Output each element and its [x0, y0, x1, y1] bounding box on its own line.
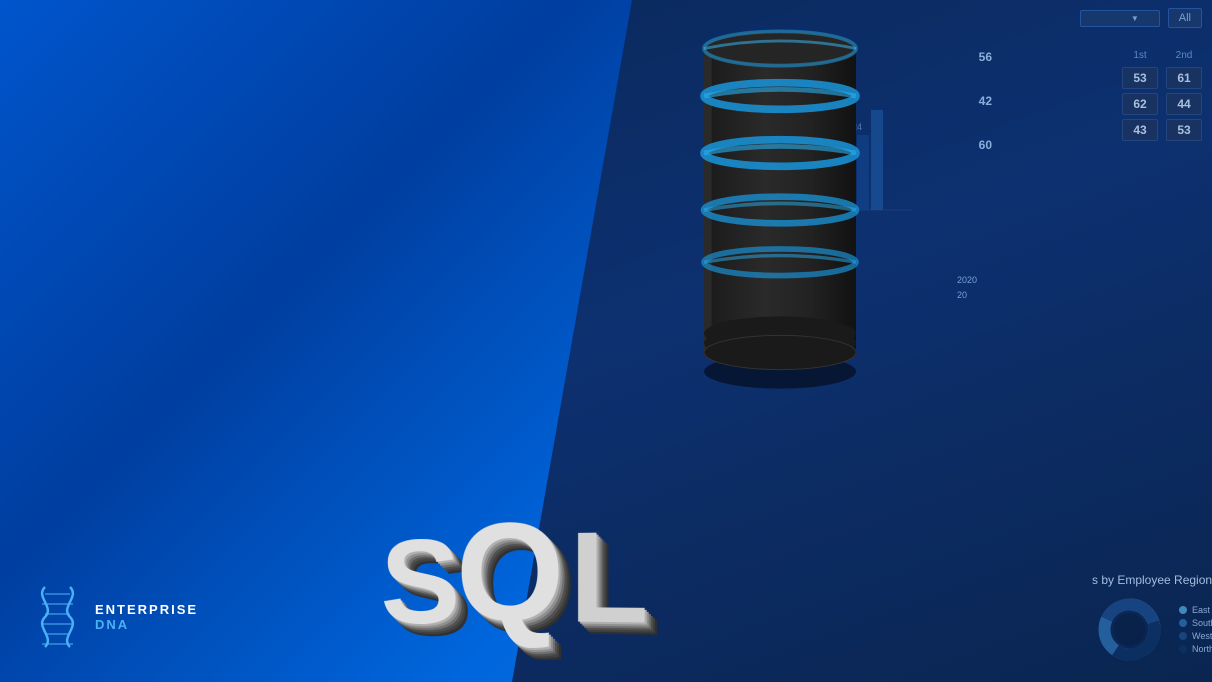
legend-north: North 39	[1179, 644, 1212, 654]
legend-dot-south	[1179, 619, 1187, 627]
score-cell-1-2: 61	[1166, 67, 1202, 89]
score-row-1: 53 61	[1122, 67, 1202, 89]
score-row-2: 62 44	[1122, 93, 1202, 115]
donut-container: East 35 South 46 West 38 North 39	[1092, 592, 1212, 667]
logo-dna-text: DNA	[95, 617, 198, 632]
logo-text: ENTERPRISE DNA	[95, 602, 198, 632]
dropdown-container[interactable]: ▼	[1080, 10, 1160, 27]
legend-dot-west	[1179, 632, 1187, 640]
sql-letter-s: S	[381, 521, 461, 642]
year-labels: 2020 20	[957, 275, 977, 300]
dropdown-arrow: ▼	[1131, 14, 1139, 23]
partial-numbers: 56 42 60	[979, 50, 992, 152]
score-row-3: 43 53	[1122, 119, 1202, 141]
score-cell-2-2: 44	[1166, 93, 1202, 115]
donut-svg	[1092, 592, 1167, 667]
legend-label-north: North 39	[1192, 644, 1212, 654]
legend-south: South 46	[1179, 618, 1212, 628]
logo-area: ENTERPRISE DNA	[30, 582, 198, 652]
all-label: All	[1168, 8, 1202, 28]
score-cards: 1st 2nd 53 61 62 44 43 53	[1122, 50, 1202, 141]
dna-helix-icon	[30, 582, 85, 652]
score-header-row: 1st 2nd	[1122, 50, 1202, 61]
legend-label-south: South 46	[1192, 618, 1212, 628]
sql-letter-q: Q	[456, 501, 565, 643]
legend-label-west: West 38	[1192, 631, 1212, 641]
donut-title: s by Employee Region	[1092, 573, 1212, 587]
score-cell-3-2: 53	[1166, 119, 1202, 141]
legend-dot-north	[1179, 645, 1187, 653]
legend-dot-east	[1179, 606, 1187, 614]
topbar: ▼ All	[1080, 8, 1202, 28]
database-cylinder	[680, 20, 880, 380]
sql-graphic: S Q L	[380, 502, 648, 642]
legend-west: West 38	[1179, 631, 1212, 641]
cylinder-svg	[680, 20, 880, 400]
logo-enterprise-text: ENTERPRISE	[95, 602, 198, 617]
year-20: 20	[957, 290, 977, 300]
score-header-1st: 1st	[1122, 50, 1158, 61]
score-cell-1-1: 53	[1122, 67, 1158, 89]
filter-dropdown[interactable]: ▼	[1080, 10, 1160, 27]
donut-chart-area: s by Employee Region East 35	[1092, 573, 1212, 667]
legend-east: East 35	[1179, 605, 1212, 615]
donut-legend: East 35 South 46 West 38 North 39	[1179, 605, 1212, 654]
legend-label-east: East 35	[1192, 605, 1212, 615]
num-56: 56	[979, 50, 992, 64]
year-2020: 2020	[957, 275, 977, 285]
sql-letter-l: L	[570, 511, 649, 643]
num-60: 60	[979, 138, 992, 152]
num-42: 42	[979, 94, 992, 108]
score-header-2nd: 2nd	[1166, 50, 1202, 61]
score-cell-3-1: 43	[1122, 119, 1158, 141]
score-cell-2-1: 62	[1122, 93, 1158, 115]
